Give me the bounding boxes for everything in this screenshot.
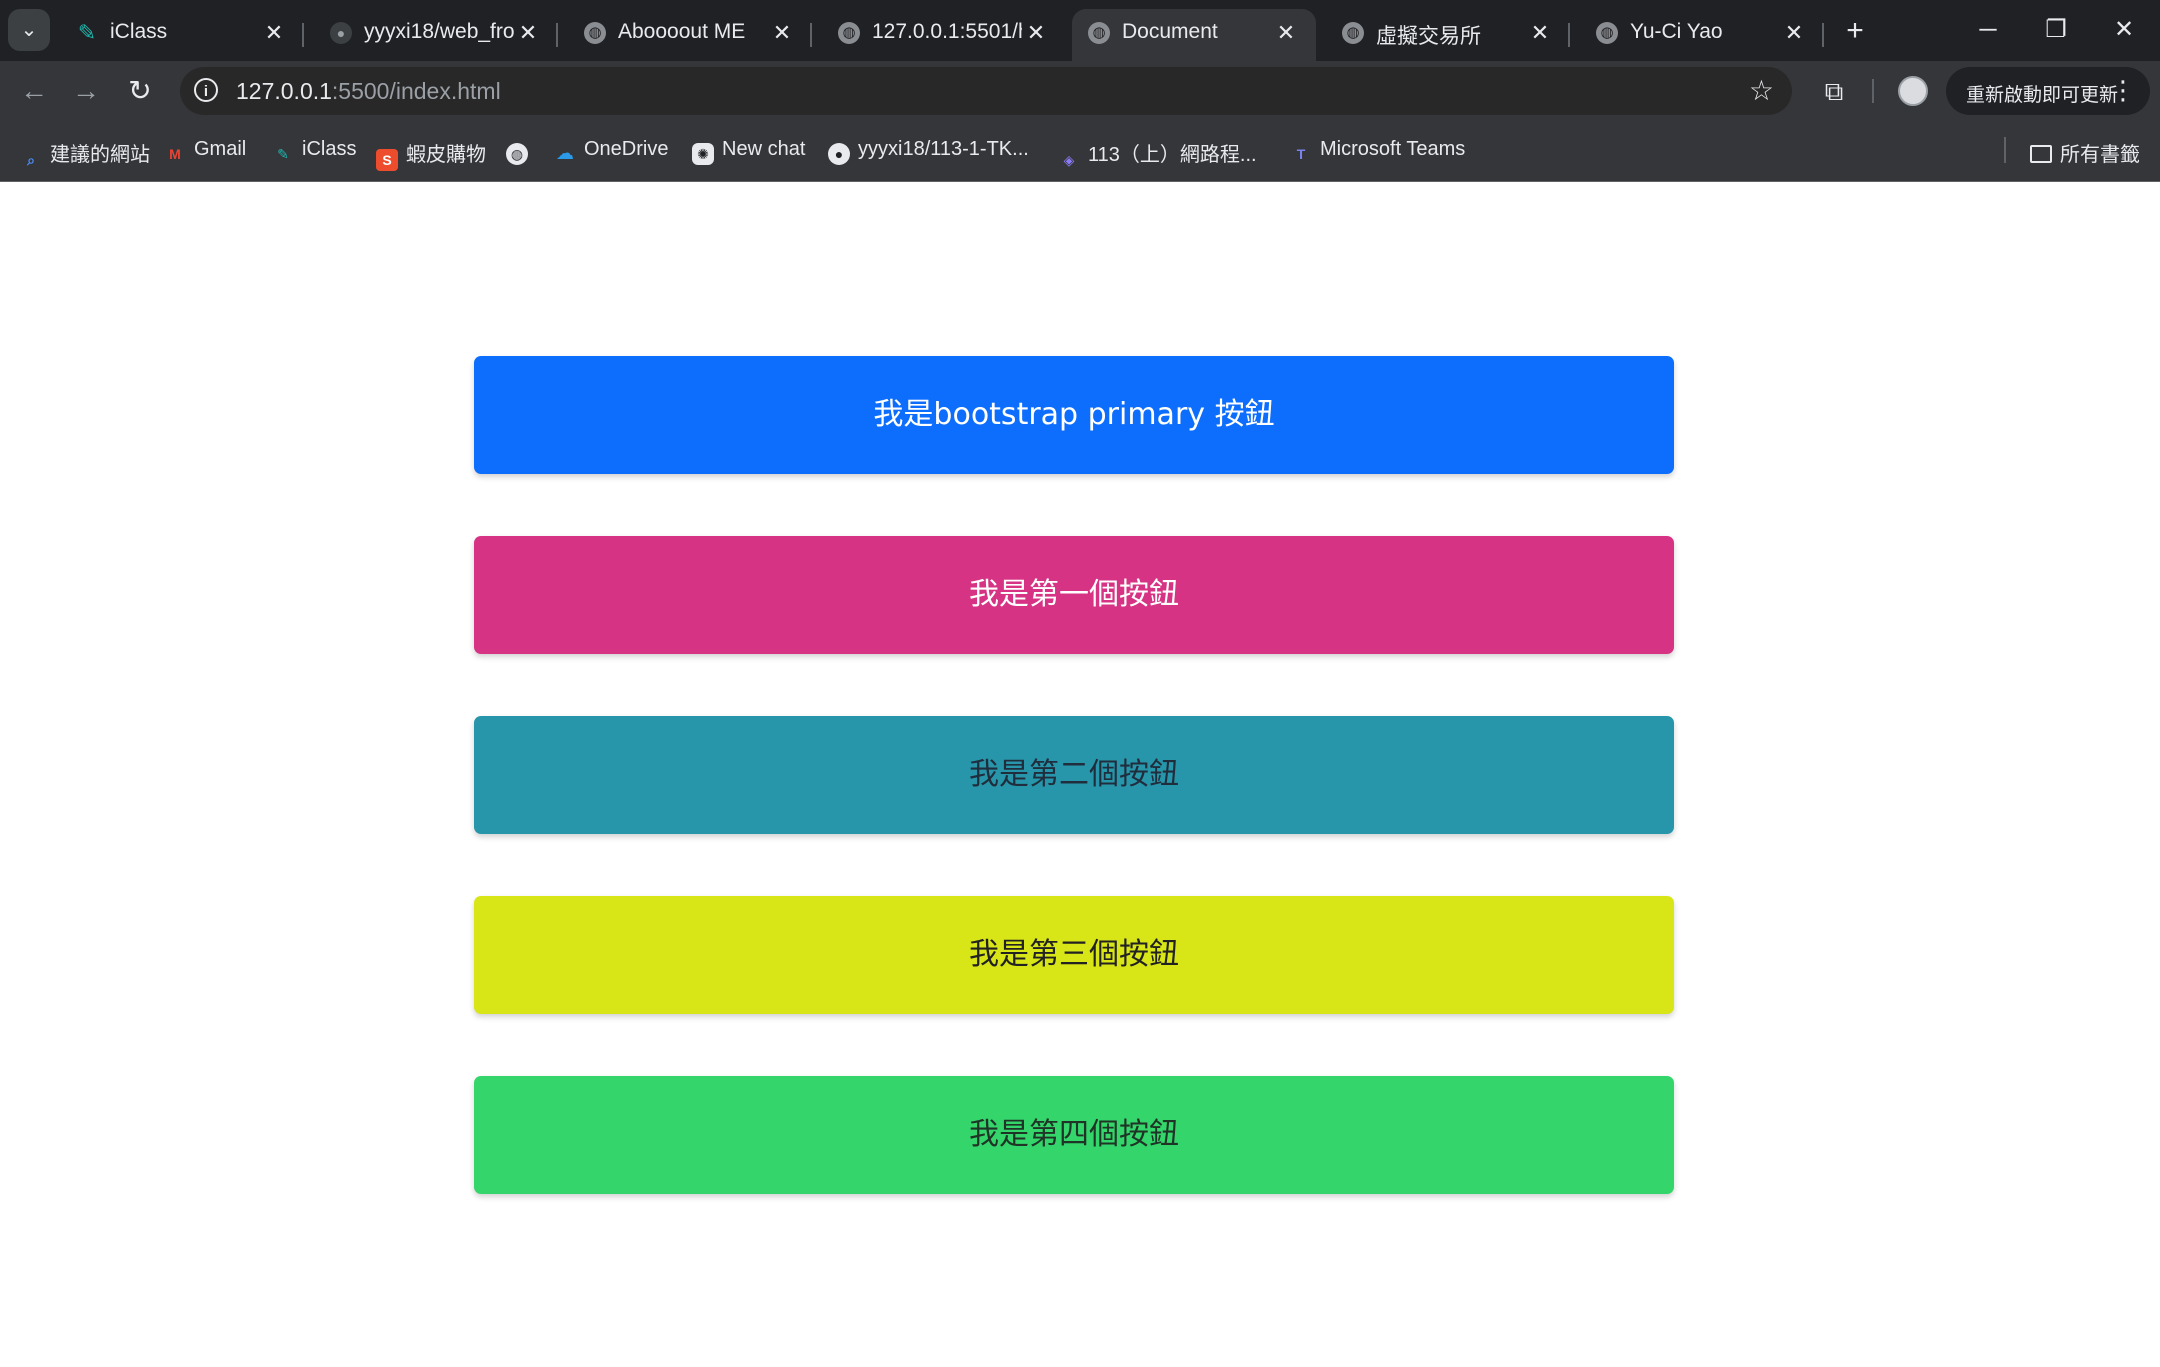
back-button[interactable]: ← (16, 73, 52, 109)
tab-strip: ⌄ ✎ iClass ✕ ● yyyxi18/web_fron ✕ ◍ Aboo… (0, 0, 2160, 61)
tab-title: Document (1122, 20, 1218, 43)
restore-button[interactable]: ❐ (2026, 10, 2086, 50)
tab-localhost-5501[interactable]: ◍ 127.0.0.1:5501/ho ✕ (822, 9, 1066, 61)
github-icon: ● (330, 22, 352, 44)
new-tab-button[interactable]: + (1838, 15, 1872, 49)
globe-icon: ◍ (506, 143, 528, 165)
tab-divider (810, 23, 812, 47)
close-icon[interactable]: ✕ (1780, 19, 1808, 47)
bookmark-label: yyyxi18/113-1-TK... (858, 138, 1029, 160)
bootstrap-primary-button[interactable]: 我是bootstrap primary 按鈕 (474, 356, 1674, 474)
bookmarks-divider (2004, 137, 2006, 163)
extensions-puzzle-icon[interactable]: ⧉ (1816, 73, 1852, 109)
tab-divider (1822, 23, 1824, 47)
bookmark-globe[interactable]: ◍ (506, 138, 536, 165)
tab-title: 虛擬交易所 (1376, 25, 1481, 48)
tab-title: Yu-Ci Yao (1630, 20, 1723, 43)
bookmark-label: New chat (722, 138, 806, 160)
reload-button[interactable]: ↻ (122, 73, 158, 109)
bookmark-star-icon[interactable]: ☆ (1749, 75, 1774, 107)
tab-virtual-exchange[interactable]: ◍ 虛擬交易所 ✕ (1326, 9, 1570, 61)
minimize-button[interactable]: ─ (1958, 10, 2018, 50)
tab-title: yyyxi18/web_fron (364, 20, 514, 43)
close-icon[interactable]: ✕ (768, 19, 796, 47)
bookmark-gmail[interactable]: M Gmail (164, 138, 246, 164)
suggested-sites-icon: ⌕ (27, 152, 35, 168)
onedrive-icon: ☁ (556, 143, 574, 163)
chatgpt-icon: ✺ (692, 143, 714, 165)
fourth-button[interactable]: 我是第四個按鈕 (474, 1076, 1674, 1194)
close-icon[interactable]: ✕ (260, 19, 288, 47)
profile-avatar[interactable] (1898, 76, 1928, 106)
bookmark-label: 蝦皮購物 (406, 144, 486, 166)
globe-icon: ◍ (584, 22, 606, 44)
github-icon: ● (828, 143, 850, 165)
bookmark-teams[interactable]: T Microsoft Teams (1290, 138, 1466, 164)
close-icon[interactable]: ✕ (1272, 19, 1300, 47)
tab-search-button[interactable]: ⌄ (8, 9, 50, 51)
tab-title: Aboooout ME (618, 20, 746, 43)
bookmark-label: 建議的網站 (50, 144, 150, 166)
tab-divider (556, 23, 558, 47)
bookmarks-bar: ⌕ 建議的網站 M Gmail ✎ iClass S 蝦皮購物 ◍ ☁ OneDrive … (0, 121, 2160, 182)
tab-about-me[interactable]: ◍ Aboooout ME ✕ (568, 9, 812, 61)
tab-title: 127.0.0.1:5501/ho (872, 20, 1022, 43)
browser-toolbar: ← → ↻ i 127.0.0.1:5500/index.html ☆ ⧉ 重新… (0, 61, 2160, 121)
close-icon[interactable]: ✕ (514, 19, 542, 47)
bookmark-label: OneDrive (584, 138, 669, 160)
bookmark-course[interactable]: ◈ 113（上）網路程... (1058, 138, 1257, 168)
course-icon: ◈ (1063, 152, 1075, 168)
bookmark-github-repo[interactable]: ● yyyxi18/113-1-TK... (828, 138, 1029, 165)
bookmark-shopee[interactable]: S 蝦皮購物 (376, 138, 486, 171)
bookmark-label: Microsoft Teams (1320, 138, 1466, 160)
first-button[interactable]: 我是第一個按鈕 (474, 536, 1674, 654)
close-icon[interactable]: ✕ (1022, 19, 1050, 47)
bookmark-label: iClass (302, 138, 357, 160)
url-path: :5500/index.html (331, 78, 501, 104)
tab-github-web-front[interactable]: ● yyyxi18/web_fron ✕ (314, 9, 558, 61)
url-host: 127.0.0.1 (236, 78, 332, 104)
globe-icon: ◍ (1596, 22, 1618, 44)
tab-divider (1568, 23, 1570, 47)
all-bookmarks-label: 所有書籤 (2060, 144, 2140, 166)
close-window-button[interactable]: ✕ (2094, 10, 2154, 50)
bookmark-label: 113（上）網路程... (1088, 144, 1257, 166)
globe-icon: ◍ (838, 22, 860, 44)
tab-iclass[interactable]: ✎ iClass ✕ (60, 9, 304, 61)
tab-title: iClass (110, 20, 168, 43)
page-content: 我是bootstrap primary 按鈕 我是第一個按鈕 我是第二個按鈕 我… (0, 182, 2160, 1367)
gmail-icon: M (169, 146, 181, 162)
bookmark-onedrive[interactable]: ☁ OneDrive (554, 138, 668, 164)
toolbar-divider (1872, 79, 1874, 103)
all-bookmarks[interactable]: 所有書籤 (2030, 138, 2140, 166)
bookmark-label: Gmail (194, 138, 247, 160)
bookmark-new-chat[interactable]: ✺ New chat (692, 138, 806, 165)
globe-icon: ◍ (1342, 22, 1364, 44)
tab-document[interactable]: ◍ Document ✕ (1072, 9, 1316, 61)
tab-yu-ci-yao[interactable]: ◍ Yu-Ci Yao ✕ (1580, 9, 1824, 61)
bookmark-iclass[interactable]: ✎ iClass (272, 138, 356, 164)
third-button[interactable]: 我是第三個按鈕 (474, 896, 1674, 1014)
more-menu-icon[interactable]: ⋮ (2110, 75, 2136, 105)
update-button[interactable]: 重新啟動即可更新 ⋮ (1946, 67, 2150, 115)
teams-icon: T (1296, 146, 1306, 162)
folder-icon (2030, 145, 2052, 163)
shopee-icon: S (376, 149, 398, 171)
update-label: 重新啟動即可更新 (1966, 85, 2119, 106)
second-button[interactable]: 我是第二個按鈕 (474, 716, 1674, 834)
globe-icon: ◍ (1088, 22, 1110, 44)
address-bar[interactable]: i 127.0.0.1:5500/index.html ☆ (180, 67, 1792, 115)
close-icon[interactable]: ✕ (1526, 19, 1554, 47)
tab-divider (302, 23, 304, 47)
forward-button[interactable]: → (68, 73, 104, 109)
site-info-icon[interactable]: i (194, 78, 218, 102)
url-text[interactable]: 127.0.0.1:5500/index.html (236, 78, 501, 105)
iclass-icon: ✎ (277, 146, 289, 162)
bookmark-suggested-sites[interactable]: ⌕ 建議的網站 (20, 138, 150, 168)
iclass-icon: ✎ (77, 20, 97, 45)
